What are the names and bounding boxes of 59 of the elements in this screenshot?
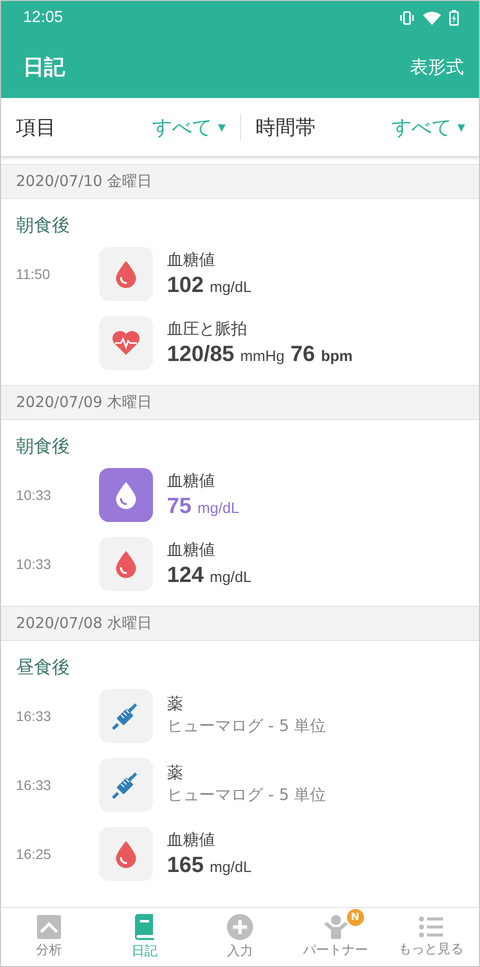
entry-time: 11:50 bbox=[16, 266, 50, 282]
blood-drop-icon bbox=[115, 480, 137, 508]
nav-tab[interactable]: もっと見る bbox=[383, 908, 479, 966]
nav-tab[interactable]: 入力 bbox=[192, 908, 288, 966]
entry-time: 16:25 bbox=[16, 846, 52, 862]
list-icon bbox=[419, 916, 444, 938]
blood-pressure-reading: 120/85 mmHg 76 bpm bbox=[167, 340, 353, 366]
entry-time: 16:33 bbox=[16, 708, 52, 724]
table-view-button[interactable]: 表形式 bbox=[410, 54, 464, 78]
entry-name: 血糖値 bbox=[167, 470, 216, 492]
medication-detail: ヒューマログ - 5 単位 bbox=[167, 716, 326, 737]
entry-icon-tile[interactable] bbox=[99, 688, 153, 742]
blood-drop-icon bbox=[115, 260, 137, 288]
entry-name: 血糖値 bbox=[167, 540, 216, 560]
glucose-reading: 102 mg/dL bbox=[167, 272, 252, 298]
meal-section-title: 朝食後 bbox=[15, 435, 71, 459]
heart-pulse-icon bbox=[111, 330, 141, 356]
status-time: 12:05 bbox=[23, 9, 64, 27]
entry-icon-tile[interactable] bbox=[99, 536, 153, 590]
entry-icon-tile[interactable] bbox=[99, 246, 153, 300]
entry-name: 血圧と脈拍 bbox=[167, 318, 248, 340]
glucose-reading: 75 mg/dL bbox=[167, 492, 240, 518]
filter-label: 時間帯 bbox=[256, 114, 316, 140]
screen-title: 日記 bbox=[23, 54, 65, 80]
blood-drop-icon bbox=[115, 840, 137, 868]
entry-time: 16:33 bbox=[16, 776, 52, 792]
entry-time: 10:33 bbox=[16, 556, 52, 572]
vibrate-icon bbox=[399, 11, 415, 25]
nav-tab[interactable]: 分析 bbox=[1, 908, 97, 966]
entry-icon-tile[interactable] bbox=[99, 758, 153, 812]
glucose-reading: 165 mg/dL bbox=[167, 852, 252, 878]
entry-icon-tile[interactable] bbox=[99, 316, 153, 370]
filter-dropdown[interactable]: すべて ▾ bbox=[152, 114, 226, 140]
entry-name: 薬 bbox=[167, 694, 184, 715]
entry-name: 薬 bbox=[167, 763, 184, 784]
date-header: 2020/07/08 水曜日 bbox=[1, 606, 479, 641]
notification-badge: N bbox=[346, 909, 364, 926]
blood-drop-icon bbox=[115, 550, 137, 578]
filter-label: 項目 bbox=[16, 114, 56, 140]
medication-detail: ヒューマログ - 5 単位 bbox=[167, 785, 326, 806]
date-header: 2020/07/10 金曜日 bbox=[1, 164, 479, 199]
nav-tab[interactable]: 日記 bbox=[96, 908, 192, 966]
entry-name: 血糖値 bbox=[167, 830, 216, 850]
person-icon bbox=[322, 915, 350, 939]
entry-icon-tile[interactable] bbox=[99, 468, 153, 522]
glucose-reading: 124 mg/dL bbox=[167, 562, 252, 588]
entry-icon-tile[interactable] bbox=[99, 826, 153, 880]
book-icon bbox=[133, 914, 156, 940]
wifi-icon bbox=[423, 11, 441, 25]
meal-section-title: 昼食後 bbox=[15, 656, 71, 680]
entry-name: 血糖値 bbox=[167, 250, 216, 270]
entry-time: 10:33 bbox=[16, 486, 52, 502]
plus-icon bbox=[226, 914, 253, 940]
chart-icon bbox=[36, 915, 61, 939]
battery-icon bbox=[449, 10, 459, 26]
nav-tab[interactable]: N パートナー bbox=[288, 908, 384, 966]
filter-dropdown[interactable]: すべて ▾ bbox=[391, 114, 465, 140]
meal-section-title: 朝食後 bbox=[15, 214, 71, 238]
date-header: 2020/07/09 木曜日 bbox=[1, 385, 479, 420]
